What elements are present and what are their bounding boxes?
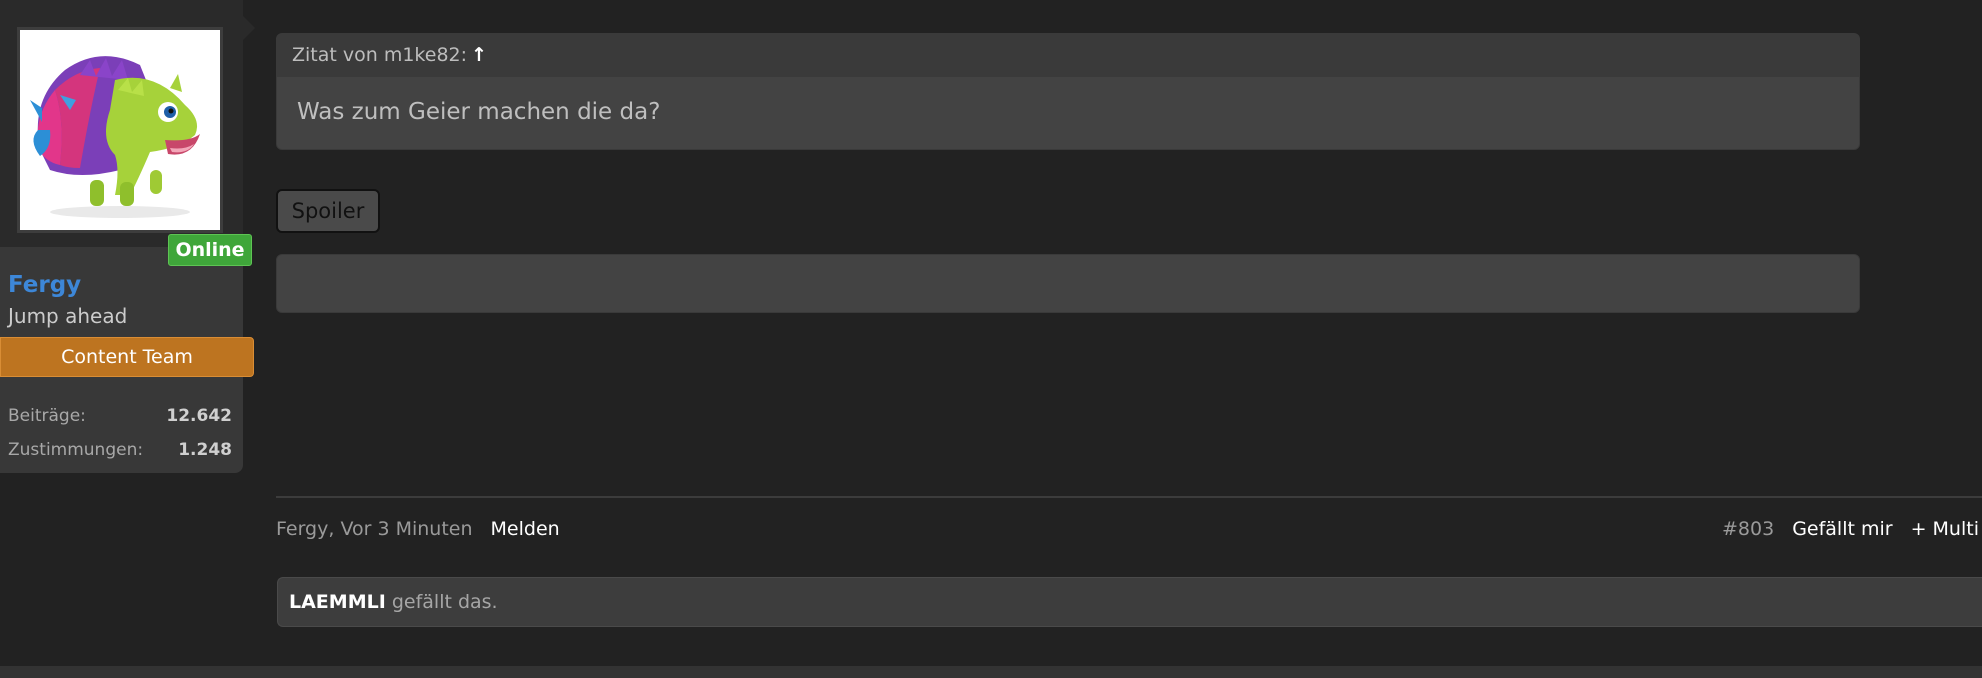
quote-block: Zitat von m1ke82: ↑ Was zum Geier machen … <box>276 33 1860 150</box>
post-divider <box>276 496 1982 498</box>
stat-value[interactable]: 12.642 <box>166 404 232 438</box>
stat-label: Zustimmungen: <box>8 440 144 460</box>
liker-name[interactable]: LAEMMLI <box>289 591 386 613</box>
footer-strip <box>0 666 1982 678</box>
role-banner: Content Team <box>0 337 254 377</box>
spoiler-content <box>276 254 1860 313</box>
stat-row-posts: Beiträge: 12.642 <box>8 404 232 438</box>
stat-value[interactable]: 1.248 <box>178 438 232 472</box>
username[interactable]: Fergy <box>8 272 81 298</box>
user-stats: Beiträge: 12.642 Zustimmungen: 1.248 <box>8 404 232 472</box>
report-link[interactable]: Melden <box>491 518 560 540</box>
likes-summary: LAEMMLI gefällt das. <box>277 577 1982 627</box>
avatar-pointer <box>243 16 255 40</box>
hedgehog-avatar-icon <box>30 56 200 218</box>
stat-row-likes: Zustimmungen: 1.248 <box>8 438 232 472</box>
multi-quote-link[interactable]: + Multi <box>1911 518 1979 540</box>
user-title: Jump ahead <box>8 304 128 328</box>
post-page: Fergy Jump ahead Content Team Beiträge: … <box>0 0 1982 678</box>
spoiler-button[interactable]: Spoiler <box>276 189 380 233</box>
post-actions: #803 Gefällt mir + Multi <box>1722 518 1982 540</box>
quote-text: Was zum Geier machen die da? <box>297 99 661 125</box>
post-number-link[interactable]: #803 <box>1722 518 1774 540</box>
stat-label: Beiträge: <box>8 406 86 426</box>
quote-header: Zitat von m1ke82: ↑ <box>277 34 1859 77</box>
jump-to-quote-icon[interactable]: ↑ <box>471 44 487 66</box>
quote-source: Zitat von m1ke82: <box>292 44 468 66</box>
like-link[interactable]: Gefällt mir <box>1792 518 1892 540</box>
avatar[interactable] <box>17 27 223 233</box>
post-author-time[interactable]: Fergy, Vor 3 Minuten <box>276 518 473 540</box>
post-meta: Fergy, Vor 3 Minuten Melden <box>276 518 560 540</box>
likes-text: gefällt das. <box>391 591 498 613</box>
online-status-badge: Online <box>168 234 252 266</box>
